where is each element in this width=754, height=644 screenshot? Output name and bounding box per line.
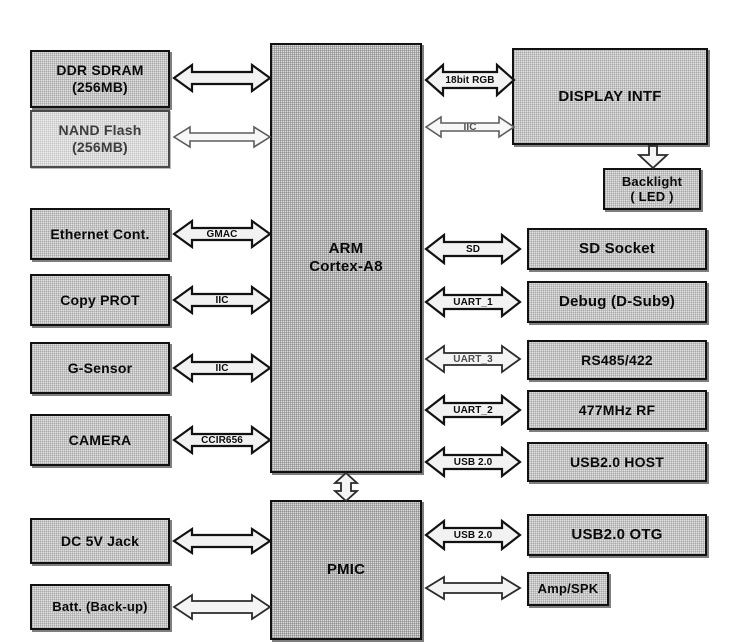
block-amp-spk[interactable]: Amp/SPK: [527, 572, 609, 606]
rf-477-label: 477MHz RF: [578, 401, 656, 418]
copy-prot-label: Copy PROT: [60, 291, 140, 308]
ddr-sdram-label-line1: DDR SDRAM: [56, 62, 144, 79]
ethernet-label: Ethernet Cont.: [50, 225, 150, 242]
usb-otg-label: USB2.0 OTG: [571, 526, 663, 544]
arrow-label-g-sensor-iic: IIC: [215, 362, 229, 374]
arrow-label-gmac: GMAC: [206, 228, 238, 240]
block-ddr-sdram[interactable]: DDR SDRAM (256MB): [30, 50, 170, 108]
arrow-pmic-to-amp-spk: [424, 572, 522, 604]
debug-label: Debug (D-Sub9): [558, 293, 676, 311]
arrow-label-ccir656: CCIR656: [201, 434, 243, 446]
arrow-label-uart-1: UART_1: [453, 296, 493, 308]
arm-label-line2: Cortex-A8: [309, 258, 383, 275]
arm-label-line1: ARM: [328, 240, 364, 258]
block-display-intf[interactable]: DISPLAY INTF: [512, 48, 708, 145]
block-rs485-422[interactable]: RS485/422: [527, 340, 707, 380]
arrow-g-sensor-to-arm: IIC: [172, 350, 272, 386]
arrow-label-usb20-host: USB 2.0: [453, 456, 493, 468]
g-sensor-label: G-Sensor: [67, 359, 133, 376]
block-g-sensor[interactable]: G-Sensor: [30, 342, 170, 394]
block-sd-socket[interactable]: SD Socket: [527, 228, 707, 270]
ddr-sdram-label-line2: (256MB): [72, 79, 128, 95]
dc-jack-label: DC 5V Jack: [60, 532, 140, 549]
amp-spk-label: Amp/SPK: [537, 581, 599, 597]
arrow-arm-to-sd-socket: SD: [424, 230, 522, 268]
block-477mhz-rf[interactable]: 477MHz RF: [527, 390, 707, 430]
arrow-arm-to-display-iic: IIC: [424, 112, 516, 142]
arrow-arm-to-debug: UART_1: [424, 283, 522, 321]
block-debug-dsub9[interactable]: Debug (D-Sub9): [527, 281, 707, 323]
arrow-label-usb20-otg: USB 2.0: [453, 529, 493, 541]
block-backlight-led[interactable]: Backlight ( LED ): [603, 168, 701, 210]
arrow-label-copy-prot-iic: IIC: [215, 294, 229, 306]
arrow-arm-to-pmic: [330, 472, 362, 502]
block-arm-cortex-a8[interactable]: ARM Cortex-A8: [270, 43, 422, 473]
camera-label: CAMERA: [68, 431, 132, 448]
arrow-label-18bit-rgb: 18bit RGB: [445, 74, 495, 86]
arrow-label-uart-3: UART_3: [453, 353, 493, 365]
pmic-label: PMIC: [326, 561, 366, 579]
arrow-arm-to-usb-host: USB 2.0: [424, 443, 522, 481]
arrow-dc-jack-to-pmic: [172, 524, 272, 558]
block-ethernet-controller[interactable]: Ethernet Cont.: [30, 208, 170, 260]
arrow-battery-to-pmic: [172, 590, 272, 624]
block-camera[interactable]: CAMERA: [30, 414, 170, 466]
nand-flash-label-line2: (256MB): [72, 139, 128, 155]
backlight-label-line1: Backlight: [621, 173, 683, 189]
sd-socket-label: SD Socket: [579, 240, 655, 258]
block-diagram-canvas: ARM Cortex-A8 PMIC DDR SDRAM (256MB) NAN…: [0, 0, 754, 644]
arrow-copy-prot-to-arm: IIC: [172, 282, 272, 318]
arrow-nand-to-arm: [172, 122, 272, 152]
rs485-label: RS485/422: [581, 351, 653, 368]
arrow-ethernet-to-arm: GMAC: [172, 216, 272, 252]
arrow-arm-to-rf: UART_2: [424, 391, 522, 429]
arrow-arm-to-display: 18bit RGB: [424, 60, 516, 100]
arrow-label-display-iic: IIC: [463, 121, 477, 133]
arrow-camera-to-arm: CCIR656: [172, 422, 272, 458]
backlight-label-line2: ( LED ): [630, 189, 674, 204]
arrow-display-to-backlight: [636, 145, 670, 169]
block-battery-backup[interactable]: Batt. (Back-up): [30, 584, 170, 630]
nand-flash-label-line1: NAND Flash: [58, 122, 142, 139]
block-pmic[interactable]: PMIC: [270, 500, 422, 640]
display-intf-label: DISPLAY INTF: [558, 87, 662, 105]
arrow-label-sd: SD: [465, 243, 481, 255]
block-usb2-otg[interactable]: USB2.0 OTG: [527, 514, 707, 556]
block-dc-5v-jack[interactable]: DC 5V Jack: [30, 518, 170, 564]
block-copy-prot[interactable]: Copy PROT: [30, 274, 170, 326]
block-nand-flash[interactable]: NAND Flash (256MB): [30, 110, 170, 168]
block-usb2-host[interactable]: USB2.0 HOST: [527, 442, 707, 482]
usb-host-label: USB2.0 HOST: [570, 453, 664, 470]
battery-label: Batt. (Back-up): [52, 599, 148, 615]
arrow-label-uart-2: UART_2: [453, 404, 493, 416]
arrow-arm-to-rs485: UART_3: [424, 341, 522, 377]
arrow-ddr-to-arm: [172, 60, 272, 96]
arrow-pmic-to-usb-otg: USB 2.0: [424, 516, 522, 554]
